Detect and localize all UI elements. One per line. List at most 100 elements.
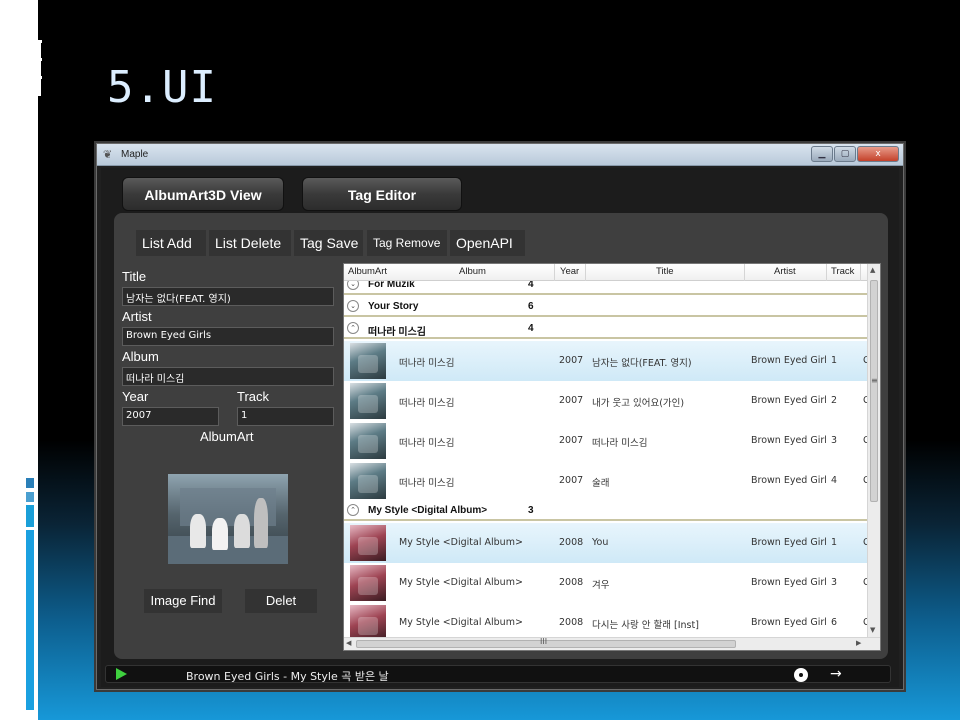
horizontal-scroll-grip: III <box>540 637 548 646</box>
cell-year: 2008 <box>559 537 584 548</box>
album-art-thumbnail <box>350 383 386 419</box>
cell-album: 떠나라 미스김 <box>399 358 455 369</box>
cell-title: 다시는 사랑 안 할래 [Inst] <box>592 620 699 631</box>
cell-track: 1 <box>831 537 838 548</box>
cell-track: 2 <box>831 395 838 406</box>
scroll-down-arrow-icon[interactable]: ▼ <box>870 626 875 634</box>
vertical-scroll-thumb[interactable] <box>870 280 878 502</box>
column-header-track[interactable]: Track <box>831 266 854 277</box>
group-count: 3 <box>528 505 534 516</box>
cell-year: 2007 <box>559 355 584 366</box>
expand-chevron-icon[interactable]: ⌄ <box>347 281 359 290</box>
scroll-right-arrow-icon[interactable]: ▶ <box>856 639 861 647</box>
horizontal-scrollbar[interactable]: ◀ III ▶ <box>344 637 880 650</box>
tab-albumart3d-view[interactable]: AlbumArt3D View <box>122 177 284 211</box>
tab-tag-editor[interactable]: Tag Editor <box>302 177 462 211</box>
cell-track: 4 <box>831 475 838 486</box>
group-row[interactable]: ⌄ For Muzik 4 <box>344 281 868 295</box>
table-row[interactable]: 떠나라 미스김2007떠나라 미스김Brown Eyed Girl3C <box>344 421 868 461</box>
cell-track: 6 <box>831 617 838 628</box>
group-row[interactable]: ⌃ 떠나라 미스김 4 <box>344 319 868 339</box>
column-header-artist[interactable]: Artist <box>774 266 796 277</box>
column-header-title[interactable]: Title <box>656 266 674 277</box>
grid-rows: ⌄ For Muzik 4 ⌄ Your Story 6 ⌃ 떠나라 미스김 4 떠나라 미스김 2… <box>344 281 868 638</box>
year-field[interactable]: 2007 <box>122 407 219 426</box>
now-playing-text: Brown Eyed Girls - My Style 곡 받은 날 <box>186 670 389 683</box>
slide-decoration-grid-icon <box>20 40 42 96</box>
group-row[interactable]: ⌃ My Style <Digital Album> 3 <box>344 501 868 521</box>
group-row[interactable]: ⌄ Your Story 6 <box>344 297 868 317</box>
table-row[interactable]: My Style <Digital Album> 2008 You Brown Eye… <box>344 523 868 563</box>
group-count: 6 <box>528 301 534 312</box>
disc-icon[interactable] <box>794 668 808 682</box>
cell-title: 겨우 <box>592 580 610 591</box>
collapse-chevron-icon[interactable]: ⌃ <box>347 504 359 516</box>
tag-remove-button[interactable]: Tag Remove <box>367 230 447 256</box>
cell-title: 떠나라 미스김 <box>592 438 648 449</box>
play-icon[interactable] <box>116 668 127 680</box>
scroll-grip-icon: ≡ <box>871 376 878 385</box>
track-field[interactable]: 1 <box>237 407 334 426</box>
window-titlebar[interactable]: ❦ Maple ▁ ▢ x <box>97 144 903 166</box>
expand-chevron-icon[interactable]: ⌄ <box>347 300 359 312</box>
albumart-label: AlbumArt <box>200 429 254 444</box>
cell-artist: Brown Eyed Girl <box>751 435 826 446</box>
maximize-button[interactable]: ▢ <box>834 146 856 162</box>
minimize-button[interactable]: ▁ <box>811 146 833 162</box>
cell-album: My Style <Digital Album> <box>399 617 523 628</box>
track-list-grid: AlbumArt Album Year Title Artist Track ⌄… <box>343 263 881 651</box>
scroll-up-arrow-icon[interactable]: ▲ <box>870 266 875 274</box>
close-button[interactable]: x <box>857 146 899 162</box>
cell-track: 3 <box>831 577 838 588</box>
openapi-button[interactable]: OpenAPI <box>450 230 525 256</box>
table-row[interactable]: 떠나라 미스김 2007 내가 웃고 있어요(가인) Brown Eyed Girl 2… <box>344 381 868 421</box>
column-header-year[interactable]: Year <box>560 266 579 277</box>
cell-album: My Style <Digital Album> <box>399 577 523 588</box>
table-row[interactable]: My Style <Digital Album> 2008 다시는 사랑 안 할래 … <box>344 603 868 638</box>
tag-editor-panel: List Add List Delete Tag Save Tag Remove… <box>114 213 888 659</box>
window-title: Maple <box>121 149 149 160</box>
group-name: My Style <Digital Album> <box>368 505 488 516</box>
list-add-button[interactable]: List Add <box>136 230 206 256</box>
cell-year: 2007 <box>559 395 584 406</box>
group-name: 떠나라 미스김 <box>368 327 426 338</box>
album-art-thumbnail <box>350 463 386 499</box>
cell-year: 2008 <box>559 577 584 588</box>
table-row[interactable]: 떠나라 미스김2007술래Brown Eyed Girl4C <box>344 461 868 501</box>
delete-image-button[interactable]: Delet <box>245 589 317 613</box>
slide: 5.UI ❦ Maple ▁ ▢ x AlbumArt3D View Tag E… <box>0 0 960 720</box>
cell-title: 내가 웃고 있어요(가인) <box>592 398 685 409</box>
cell-track: 3 <box>831 435 838 446</box>
next-track-icon[interactable]: → <box>830 666 842 682</box>
slide-title: 5.UI <box>107 62 217 113</box>
cell-album: 떠나라 미스김 <box>399 398 455 409</box>
title-field[interactable]: 남자는 없다(FEAT. 영지) <box>122 287 334 306</box>
table-row[interactable]: My Style <Digital Album> 2008 겨우 Brown Eyed… <box>344 563 868 603</box>
vertical-scrollbar[interactable]: ▲ ≡ ▼ <box>867 264 880 638</box>
collapse-chevron-icon[interactable]: ⌃ <box>347 322 359 334</box>
cell-year: 2008 <box>559 617 584 628</box>
cell-artist: Brown Eyed Girl <box>751 395 826 406</box>
tag-save-button[interactable]: Tag Save <box>294 230 363 256</box>
cell-artist: Brown Eyed Girl <box>751 577 826 588</box>
column-header-album[interactable]: Album <box>459 266 486 277</box>
cell-album: 떠나라 미스김 <box>399 438 455 449</box>
list-delete-button[interactable]: List Delete <box>209 230 291 256</box>
cell-year: 2007 <box>559 435 584 446</box>
album-art-thumbnail <box>350 423 386 459</box>
cell-artist: Brown Eyed Girl <box>751 355 826 366</box>
scroll-left-arrow-icon[interactable]: ◀ <box>346 639 351 647</box>
group-name: Your Story <box>368 301 419 312</box>
maple-leaf-icon: ❦ <box>103 148 113 161</box>
image-find-button[interactable]: Image Find <box>144 589 222 613</box>
table-row[interactable]: 떠나라 미스김 2007 남자는 없다(FEAT. 영지) Brown Eyed Gi… <box>344 341 868 381</box>
title-label: Title <box>122 269 147 284</box>
column-header-albumart[interactable]: AlbumArt <box>348 266 387 277</box>
group-name: For Muzik <box>368 281 415 290</box>
cell-album: My Style <Digital Album> <box>399 537 523 548</box>
album-field[interactable]: 떠나라 미스김 <box>122 367 334 386</box>
app-window: ❦ Maple ▁ ▢ x AlbumArt3D View Tag Editor… <box>96 143 904 690</box>
artist-field[interactable]: Brown Eyed Girls <box>122 327 334 346</box>
album-art-thumbnail <box>350 605 386 638</box>
group-count: 4 <box>528 281 534 290</box>
